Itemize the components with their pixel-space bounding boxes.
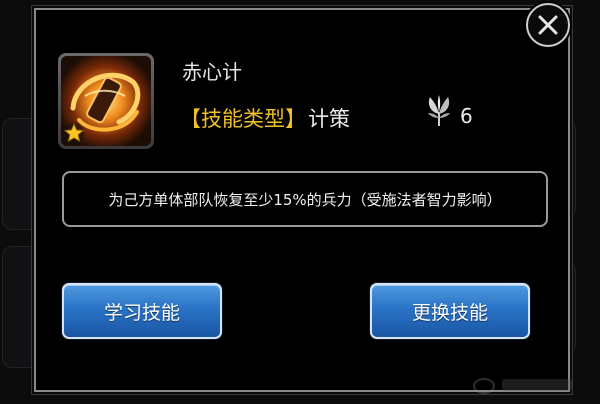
skill-description: 为己方单体部队恢复至少15%的兵力（受施法者智力影响） [62,171,548,227]
star-icon [63,122,85,144]
learn-skill-button[interactable]: 学习技能 [62,283,222,339]
leaf-icon [424,94,454,128]
skill-type-label: 【技能类型】 [180,107,306,131]
watermark-logo [470,374,580,396]
replace-skill-button-label: 更换技能 [411,301,488,324]
flaming-scroll-icon [61,56,151,146]
replace-skill-button[interactable]: 更换技能 [370,283,530,339]
skill-icon-frame [58,53,154,149]
skill-description-text: 为己方单体部队恢复至少15%的兵力（受施法者智力影响） [108,190,502,209]
skill-type: 【技能类型】 计策 [180,103,350,133]
close-icon [538,15,558,35]
cost-value: 6 [460,104,473,128]
skill-name: 赤心计 [182,60,242,84]
learn-skill-button-label: 学习技能 [103,301,180,324]
skill-type-value: 计策 [308,107,350,131]
close-button[interactable] [526,3,570,47]
